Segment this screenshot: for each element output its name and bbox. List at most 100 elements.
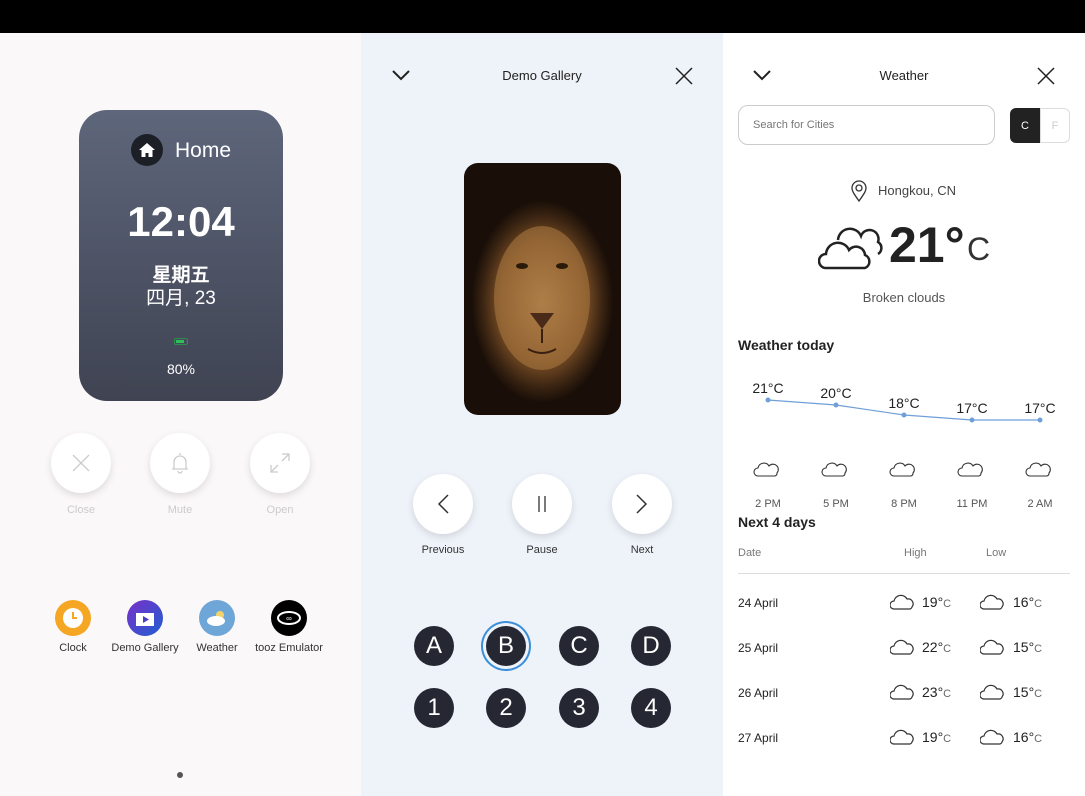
- today-heading: Weather today: [738, 337, 835, 353]
- cloud-icon: [957, 462, 983, 477]
- cloud-icon: [980, 729, 1004, 745]
- next-label: Next: [630, 544, 654, 556]
- open-label: Open: [266, 504, 294, 516]
- col-date: Date: [738, 547, 762, 559]
- forecast-date: 24 April: [738, 596, 779, 610]
- button-4[interactable]: 4: [631, 688, 671, 728]
- broken-clouds-icon: [818, 227, 883, 270]
- hour-label: 5 PM: [823, 498, 849, 510]
- forecast-date: 26 April: [738, 686, 779, 700]
- cloud-icon: [890, 594, 914, 610]
- app-demo-gallery[interactable]: [127, 600, 163, 636]
- status-bar: [0, 0, 1085, 33]
- current-unit: C: [967, 231, 991, 267]
- app-tooz-emulator[interactable]: ∞: [271, 600, 307, 636]
- forecast-high: 23°C: [922, 684, 952, 700]
- forecast-high: 22°C: [922, 639, 952, 655]
- weather-panel: Weather C F Hongkou, CN 21° C Broken clo…: [723, 33, 1085, 796]
- location: Hongkou, CN: [878, 183, 957, 198]
- weather-app-icon: [207, 611, 225, 626]
- weather-title: Weather: [879, 68, 929, 83]
- battery-percent: 80%: [166, 361, 196, 377]
- pause-label: Pause: [526, 544, 558, 556]
- cloud-icon: [890, 639, 914, 655]
- cloud-icon: [890, 684, 914, 700]
- open-button[interactable]: [250, 433, 310, 493]
- cloud-icon: [753, 462, 779, 477]
- hour-label: 11 PM: [956, 498, 988, 510]
- page-indicator[interactable]: [177, 772, 183, 778]
- cloud-icon: [890, 729, 914, 745]
- pause-icon: [538, 496, 546, 512]
- clock-time: 12:04: [127, 198, 235, 245]
- next-button[interactable]: [612, 474, 672, 534]
- expand-icon: [270, 453, 290, 473]
- previous-button[interactable]: [413, 474, 473, 534]
- button-1[interactable]: 1: [414, 688, 454, 728]
- cloud-icon: [821, 462, 847, 477]
- divider: [738, 573, 1070, 574]
- close-button[interactable]: [51, 433, 111, 493]
- hour-label: 2 PM: [755, 498, 781, 510]
- unit-c-button[interactable]: C: [1010, 108, 1040, 143]
- temp-point: [1037, 417, 1043, 423]
- night-rain-icon: [1025, 462, 1051, 477]
- bell-icon: [172, 453, 188, 474]
- button-d[interactable]: D: [631, 626, 671, 666]
- forecast-date: 25 April: [738, 641, 779, 655]
- forecast-low: 15°C: [1013, 684, 1043, 700]
- gallery-title: Demo Gallery: [502, 68, 582, 83]
- button-b[interactable]: B: [486, 626, 526, 666]
- button-a[interactable]: A: [414, 626, 454, 666]
- hour-label: 8 PM: [891, 498, 917, 510]
- button-c[interactable]: C: [559, 626, 599, 666]
- date: 四月, 23: [146, 288, 216, 309]
- temp-point: [969, 417, 975, 423]
- svg-text:∞: ∞: [286, 614, 292, 623]
- battery-icon: [174, 338, 188, 345]
- temp-label: 18°C: [888, 395, 919, 411]
- lion-image: [464, 163, 621, 415]
- forecast-high: 19°C: [922, 729, 952, 745]
- home-panel: Home 12:04 星期五 四月, 23 80% Close Mute Ope…: [0, 33, 361, 796]
- lion-face: [494, 226, 590, 370]
- unit-f-button[interactable]: F: [1040, 108, 1070, 143]
- app-label: tooz Emulator: [255, 642, 323, 654]
- button-3[interactable]: 3: [559, 688, 599, 728]
- app-clock[interactable]: [55, 600, 91, 636]
- card-title: Home: [175, 139, 232, 162]
- temp-label: 21°C: [752, 380, 783, 396]
- app-weather[interactable]: [199, 600, 235, 636]
- close-icon[interactable]: [675, 67, 693, 85]
- close-icon[interactable]: [1037, 67, 1055, 85]
- pause-button[interactable]: [512, 474, 572, 534]
- close-icon: [72, 454, 90, 472]
- chevron-left-icon: [437, 494, 449, 514]
- button-2[interactable]: 2: [486, 688, 526, 728]
- home-card[interactable]: Home 12:04 星期五 四月, 23 80%: [79, 110, 283, 401]
- chevron-right-icon: [636, 494, 648, 514]
- forecast-low: 15°C: [1013, 639, 1043, 655]
- close-label: Close: [66, 504, 96, 516]
- location-pin-icon: [851, 180, 867, 202]
- mute-label: Mute: [167, 504, 193, 516]
- cloud-icon: [980, 594, 1004, 610]
- mute-button[interactable]: [150, 433, 210, 493]
- city-search-input[interactable]: [738, 105, 995, 145]
- col-high: High: [904, 547, 927, 559]
- cloud-icon: [980, 639, 1004, 655]
- forecast-low: 16°C: [1013, 729, 1043, 745]
- hour-label: 2 AM: [1027, 498, 1053, 510]
- temp-point: [765, 397, 771, 403]
- temp-label: 17°C: [1024, 400, 1055, 416]
- hourly-chart: 21°C 20°C 18°C 17°C 17°C: [752, 380, 1056, 477]
- col-low: Low: [986, 547, 1007, 559]
- home-icon: [131, 134, 163, 166]
- tooz-icon: ∞: [277, 611, 301, 625]
- cloud-icon: [889, 462, 915, 477]
- clock-icon: [63, 608, 83, 628]
- cloud-icon: [980, 684, 1004, 700]
- next-days-heading: Next 4 days: [738, 514, 816, 530]
- current-temp: 21°: [889, 217, 965, 273]
- forecast-high: 19°C: [922, 594, 952, 610]
